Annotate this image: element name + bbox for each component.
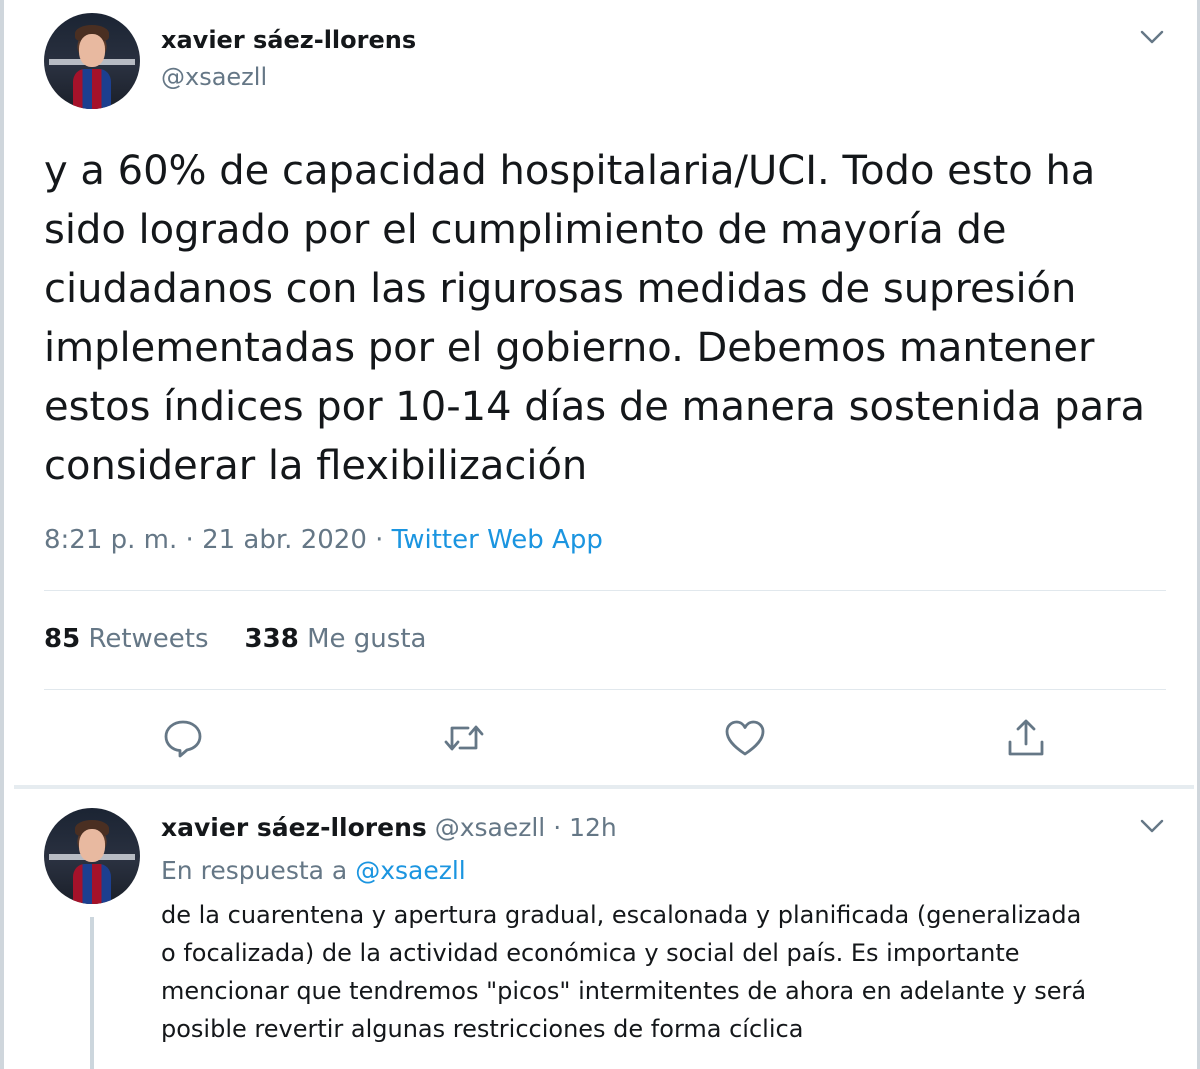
divider [44, 590, 1166, 591]
tweet-text-line: ciudadanos con las rigurosas medidas de … [44, 266, 1077, 312]
tweet-text-line: sido logrado por el cumplimiento de mayo… [44, 207, 1007, 253]
tweet-time[interactable]: 8:21 p. m. [44, 525, 177, 555]
chevron-down-icon[interactable] [1139, 817, 1165, 835]
retweets-label: Retweets [88, 624, 209, 654]
like-icon[interactable] [723, 716, 767, 760]
tweet-source-link[interactable]: Twitter Web App [392, 525, 603, 555]
avatar-shirt [72, 68, 112, 109]
author-name[interactable]: xavier sáez-llorens [161, 813, 427, 842]
header-separator: · [553, 813, 562, 842]
reply-text-line: posible revertir algunas restricciones d… [161, 1015, 804, 1043]
avatar-face [78, 34, 106, 67]
avatar[interactable] [44, 13, 140, 109]
chevron-down-icon[interactable] [1139, 28, 1165, 46]
reply-text-line: o focalizada) de la actividad económica … [161, 939, 1020, 967]
tweet-text: y a 60% de capacidad hospitalaria/UCI. T… [44, 142, 1174, 496]
author-handle[interactable]: @xsaezll [435, 813, 546, 842]
tweet-text-line: y a 60% de capacidad hospitalaria/UCI. T… [44, 148, 1096, 194]
divider [44, 689, 1166, 690]
tweet-meta: 8:21 p. m. · 21 abr. 2020 · Twitter Web … [44, 525, 603, 555]
retweet-icon[interactable] [442, 716, 486, 760]
reply-tweet[interactable]: xavier sáez-llorens @xsaezll · 12h En re… [14, 789, 1194, 1069]
avatar[interactable] [44, 808, 140, 904]
window-edge-left [0, 0, 4, 1069]
retweets-stat[interactable]: 85 Retweets [44, 624, 209, 654]
avatar-face [78, 829, 106, 862]
author-handle[interactable]: @xsaezll [161, 63, 267, 91]
tweet-text-line: implementadas por el gobierno. Debemos m… [44, 325, 1095, 371]
tweet-stats: 85 Retweets 338 Me gusta [44, 624, 426, 654]
likes-stat[interactable]: 338 Me gusta [245, 624, 427, 654]
tweet-text-line: considerar la flexibilización [44, 443, 588, 489]
meta-separator: · [177, 525, 203, 555]
share-icon[interactable] [1004, 716, 1048, 760]
likes-count: 338 [244, 624, 299, 654]
tweet-actions [14, 716, 1194, 766]
reply-text: de la cuarentena y apertura gradual, esc… [161, 896, 1181, 1048]
reply-mention-link[interactable]: @xsaezll [355, 856, 466, 885]
thread-line [90, 917, 94, 1069]
reply-header: xavier sáez-llorens @xsaezll · 12h [161, 813, 617, 842]
reply-text-line: mencionar que tendremos "picos" intermit… [161, 977, 1087, 1005]
meta-separator: · [366, 525, 392, 555]
main-tweet: xavier sáez-llorens @xsaezll y a 60% de … [14, 0, 1194, 786]
tweet-time[interactable]: 12h [569, 813, 617, 842]
avatar-shirt [72, 863, 112, 904]
reply-context: En respuesta a @xsaezll [161, 856, 466, 885]
likes-label: Me gusta [307, 624, 427, 654]
tweet-date[interactable]: 21 abr. 2020 [202, 525, 367, 555]
author-name[interactable]: xavier sáez-llorens [161, 26, 416, 54]
reply-prefix: En respuesta a [161, 856, 348, 885]
reply-text-line: de la cuarentena y apertura gradual, esc… [161, 901, 1082, 929]
tweet-text-line: estos índices por 10-14 días de manera s… [44, 384, 1146, 430]
retweets-count: 85 [44, 624, 81, 654]
tweet-page: xavier sáez-llorens @xsaezll y a 60% de … [0, 0, 1200, 1069]
reply-icon[interactable] [161, 716, 205, 760]
